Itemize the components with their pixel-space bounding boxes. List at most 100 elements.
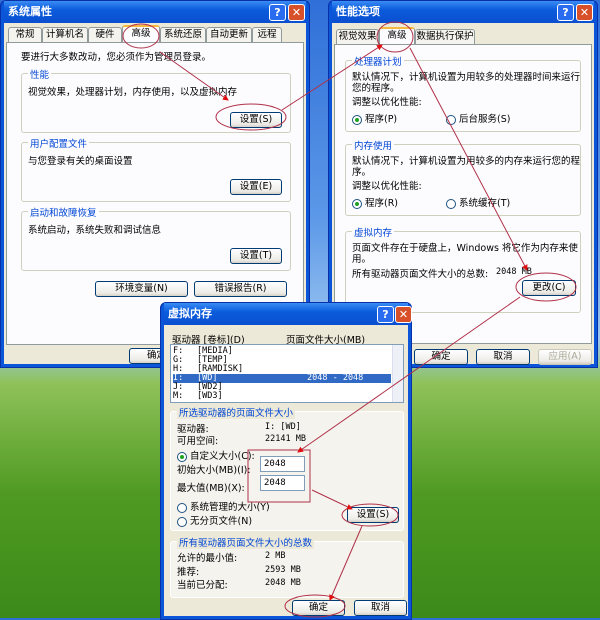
error-reporting-button[interactable]: 错误报告(R) bbox=[194, 281, 287, 297]
performance-settings-button[interactable]: 设置(S) bbox=[230, 112, 282, 128]
max-size-input[interactable]: 2048 bbox=[260, 475, 305, 491]
page-file-size: 2048 - 2048 bbox=[307, 373, 364, 383]
radio-label: 系统缓存(T) bbox=[459, 198, 511, 209]
group-header: 虚拟内存 bbox=[352, 225, 395, 239]
group-text: 系统启动，系统失败和调试信息 bbox=[28, 225, 162, 236]
recommended-value: 2593 MB bbox=[265, 565, 301, 575]
tab-hardware[interactable]: 硬件 bbox=[88, 27, 122, 42]
current-label: 当前已分配: bbox=[177, 580, 228, 591]
help-button[interactable]: ? bbox=[557, 4, 574, 21]
adjust-label: 调整以优化性能: bbox=[352, 97, 422, 108]
drive-letter: M: bbox=[173, 391, 184, 401]
drive-row[interactable]: M: [WD3] bbox=[173, 392, 391, 401]
window-title: 虚拟内存 bbox=[164, 303, 408, 325]
current-value: 2048 MB bbox=[265, 578, 301, 588]
apply-button[interactable]: 应用(A) bbox=[538, 349, 592, 365]
tab-general[interactable]: 常规 bbox=[8, 27, 42, 42]
radio-icon bbox=[177, 502, 187, 513]
window-title: 性能选项 bbox=[332, 1, 594, 23]
group-text: 序。 bbox=[352, 167, 372, 178]
tab-system-restore[interactable]: 系统还原 bbox=[160, 27, 206, 42]
radio-icon bbox=[446, 198, 456, 209]
close-button[interactable]: ✕ bbox=[576, 4, 593, 21]
change-button[interactable]: 更改(C) bbox=[522, 280, 576, 296]
performance-group: 性能 视觉效果，处理器计划，内存使用，以及虚拟内存 设置(S) bbox=[21, 67, 291, 133]
processor-scheduling-group: 处理器计划 默认情况下，计算机设置为用较多的处理器时间来运行 您的程序。 调整以… bbox=[345, 54, 581, 132]
programs-radio[interactable]: 程序(P) bbox=[352, 111, 397, 125]
group-header: 启动和故障恢复 bbox=[28, 205, 99, 219]
radio-label: 无分页文件(N) bbox=[190, 516, 253, 527]
recommended-label: 推荐: bbox=[177, 567, 200, 578]
virtual-memory-group: 虚拟内存 页面文件存在于硬盘上，Windows 将它作为内存来使 用。 所有驱动… bbox=[345, 225, 581, 313]
window-title: 系统属性 bbox=[4, 1, 306, 23]
no-paging-file-radio[interactable]: 无分页文件(N) bbox=[177, 513, 252, 527]
tab-auto-update[interactable]: 自动更新 bbox=[206, 27, 252, 42]
tab-panel: 处理器计划 默认情况下，计算机设置为用较多的处理器时间来运行 您的程序。 调整以… bbox=[334, 44, 592, 344]
help-button[interactable]: ? bbox=[269, 4, 286, 21]
radio-icon bbox=[177, 516, 187, 527]
close-button[interactable]: ✕ bbox=[288, 4, 305, 21]
free-space-label: 可用空间: bbox=[177, 436, 219, 447]
total-label: 所有驱动器页面文件大小的总数: bbox=[352, 269, 489, 280]
tab-computer-name[interactable]: 计算机名 bbox=[42, 27, 88, 42]
admin-note: 要进行大多数改动，您必须作为管理员登录。 bbox=[21, 52, 212, 63]
max-size-label: 最大值(MB)(X): bbox=[177, 483, 245, 494]
radio-icon bbox=[177, 451, 187, 462]
ok-button[interactable]: 确定 bbox=[292, 600, 345, 616]
cancel-button[interactable]: 取消 bbox=[354, 600, 407, 616]
tab-remote[interactable]: 远程 bbox=[252, 27, 282, 42]
system-cache-radio[interactable]: 系统缓存(T) bbox=[446, 195, 510, 209]
total-paging-group: 所有驱动器页面文件大小的总数 允许的最小值: 2 MB 推荐: 2593 MB … bbox=[170, 535, 404, 598]
system-managed-radio[interactable]: 系统管理的大小(Y) bbox=[177, 499, 270, 513]
initial-size-input[interactable]: 2048 bbox=[260, 456, 305, 472]
tab-advanced[interactable]: 高级 bbox=[379, 27, 415, 44]
radio-label: 自定义大小(C): bbox=[190, 451, 255, 462]
radio-label: 系统管理的大小(Y) bbox=[190, 502, 270, 513]
min-value: 2 MB bbox=[265, 551, 286, 561]
ok-button[interactable]: 确定 bbox=[414, 349, 468, 365]
startup-recovery-group: 启动和故障恢复 系统启动，系统失败和调试信息 设置(T) bbox=[21, 205, 291, 271]
group-text: 默认情况下，计算机设置为用较多的内存来运行您的程 bbox=[352, 156, 581, 167]
group-text: 用。 bbox=[352, 254, 372, 265]
group-text: 页面文件存在于硬盘上，Windows 将它作为内存来使 bbox=[352, 243, 578, 254]
initial-size-label: 初始大小(MB)(I): bbox=[177, 465, 251, 476]
tab-panel: 要进行大多数改动，您必须作为管理员登录。 性能 视觉效果，处理器计划，内存使用，… bbox=[6, 42, 304, 345]
scrollbar[interactable] bbox=[392, 345, 403, 402]
profile-settings-button[interactable]: 设置(E) bbox=[230, 179, 282, 195]
close-button[interactable]: ✕ bbox=[395, 306, 412, 323]
programs-memory-radio[interactable]: 程序(R) bbox=[352, 195, 398, 209]
group-text: 与您登录有关的桌面设置 bbox=[28, 156, 133, 167]
tab-advanced[interactable]: 高级 bbox=[122, 25, 160, 42]
free-space-value: 22141 MB bbox=[265, 434, 306, 444]
help-button[interactable]: ? bbox=[377, 306, 394, 323]
environment-variables-button[interactable]: 环境变量(N) bbox=[95, 281, 188, 297]
virtual-memory-window: 虚拟内存 ? ✕ 驱动器 [卷标](D) 页面文件大小(MB) F: [MEDIA… bbox=[160, 302, 412, 620]
drive-label: [WD3] bbox=[197, 391, 223, 401]
min-label: 允许的最小值: bbox=[177, 553, 238, 564]
background-services-radio[interactable]: 后台服务(S) bbox=[446, 111, 510, 125]
group-header: 性能 bbox=[28, 67, 52, 81]
radio-icon bbox=[446, 114, 456, 125]
group-header: 内存使用 bbox=[352, 138, 395, 152]
drive-list[interactable]: F: [MEDIA] G: [TEMP] H: [RAMDISK] I: [WD] 204… bbox=[170, 344, 404, 403]
group-header: 所选驱动器的页面文件大小 bbox=[177, 405, 296, 419]
group-header: 处理器计划 bbox=[352, 54, 404, 68]
radio-label: 后台服务(S) bbox=[459, 114, 511, 125]
set-button[interactable]: 设置(S) bbox=[347, 507, 399, 523]
cancel-button[interactable]: 取消 bbox=[476, 349, 530, 365]
drive-value: I: [WD] bbox=[265, 422, 301, 432]
custom-size-radio[interactable]: 自定义大小(C): bbox=[177, 448, 255, 462]
radio-label: 程序(R) bbox=[365, 198, 399, 209]
user-profiles-group: 用户配置文件 与您登录有关的桌面设置 设置(E) bbox=[21, 136, 291, 202]
radio-icon bbox=[352, 114, 362, 125]
group-text: 您的程序。 bbox=[352, 83, 400, 94]
startup-settings-button[interactable]: 设置(T) bbox=[230, 248, 282, 264]
total-value: 2048 MB bbox=[496, 267, 532, 277]
radio-label: 程序(P) bbox=[365, 114, 398, 125]
group-text: 视觉效果，处理器计划，内存使用，以及虚拟内存 bbox=[28, 87, 238, 98]
adjust-label: 调整以优化性能: bbox=[352, 181, 422, 192]
selected-drive-group: 所选驱动器的页面文件大小 驱动器: I: [WD] 可用空间: 22141 MB… bbox=[170, 405, 404, 531]
group-header: 用户配置文件 bbox=[28, 136, 90, 150]
tab-visual-effects[interactable]: 视觉效果 bbox=[336, 29, 379, 44]
tab-dep[interactable]: 数据执行保护 bbox=[415, 29, 475, 44]
